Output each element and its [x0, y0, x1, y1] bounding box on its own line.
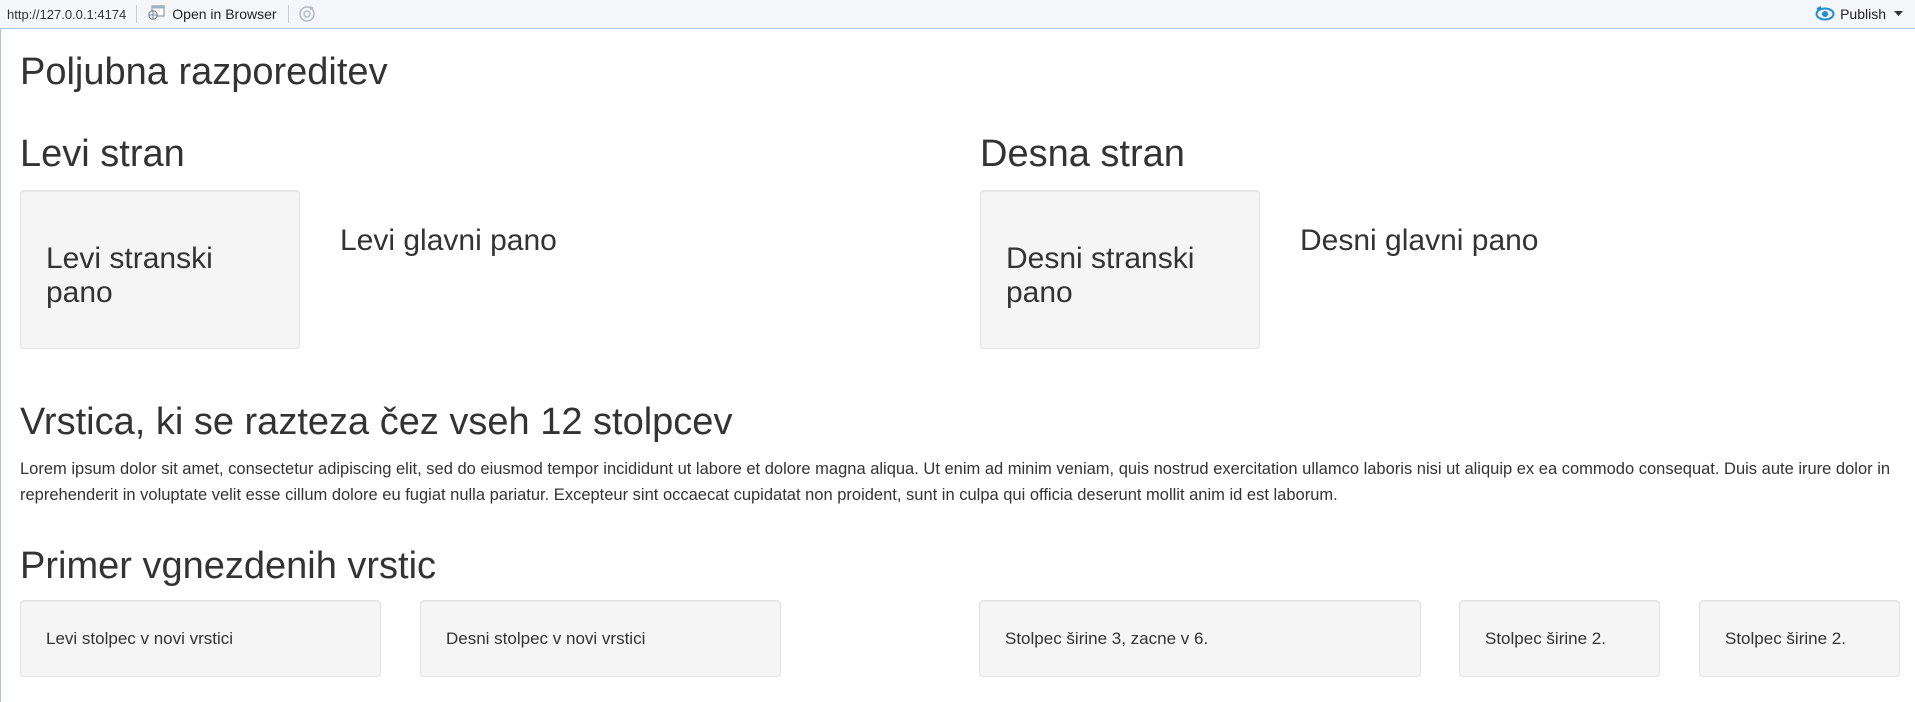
nested-width2-label-1: Stolpec širine 2. [1485, 628, 1606, 648]
publish-button[interactable]: Publish [1815, 6, 1915, 22]
frame-border [0, 29, 1, 702]
nested-width2-column-1: Stolpec širine 2. [1459, 600, 1660, 677]
nested-width2-label-2: Stolpec širine 2. [1725, 628, 1846, 648]
nested-width3-column: Stolpec širine 3, zacne v 6. [979, 600, 1421, 677]
left-sidebar-panel: Levi stranski pano [20, 190, 300, 349]
open-in-browser-icon [148, 5, 165, 23]
right-title: Desna stran [980, 133, 1185, 175]
refresh-button[interactable] [289, 5, 325, 23]
left-main-panel: Levi glavni pano [340, 224, 557, 257]
viewer-toolbar: http://127.0.0.1:4174 Open in Browser Pu… [0, 0, 1915, 29]
nested-right-column: Desni stolpec v novi vrstici [420, 600, 781, 677]
left-sidebar-label: Levi stranski pano [46, 242, 213, 309]
right-sidebar-panel: Desni stranski pano [980, 190, 1260, 349]
publish-label: Publish [1840, 6, 1886, 22]
open-in-browser-label: Open in Browser [172, 6, 277, 22]
nested-title: Primer vgnezdenih vrstic [20, 545, 437, 587]
nested-right-label: Desni stolpec v novi vrstici [446, 628, 646, 648]
left-title: Levi stran [20, 133, 185, 175]
publish-icon [1815, 6, 1835, 21]
chevron-down-icon[interactable] [1894, 11, 1903, 17]
url-label: http://127.0.0.1:4174 [7, 6, 127, 22]
nested-left-column: Levi stolpec v novi vrstici [20, 600, 381, 677]
open-in-browser-button[interactable]: Open in Browser [137, 5, 287, 23]
full-row-title: Vrstica, ki se razteza čez vseh 12 stolp… [20, 401, 733, 443]
right-main-panel: Desni glavni pano [1300, 224, 1539, 257]
nested-width2-column-2: Stolpec širine 2. [1699, 600, 1900, 677]
page-title: Poljubna razporeditev [20, 51, 388, 93]
nested-width3-label: Stolpec širine 3, zacne v 6. [1005, 628, 1209, 648]
refresh-icon [298, 6, 315, 22]
left-column: Levi stran Levi stranski pano Levi glavn… [20, 133, 960, 349]
full-row-text: Lorem ipsum dolor sit amet, consectetur … [20, 460, 1891, 504]
right-column: Desna stran Desni stranski pano Desni gl… [980, 133, 1915, 349]
nested-left-label: Levi stolpec v novi vrstici [46, 628, 234, 648]
right-sidebar-label: Desni stranski pano [1006, 242, 1195, 309]
